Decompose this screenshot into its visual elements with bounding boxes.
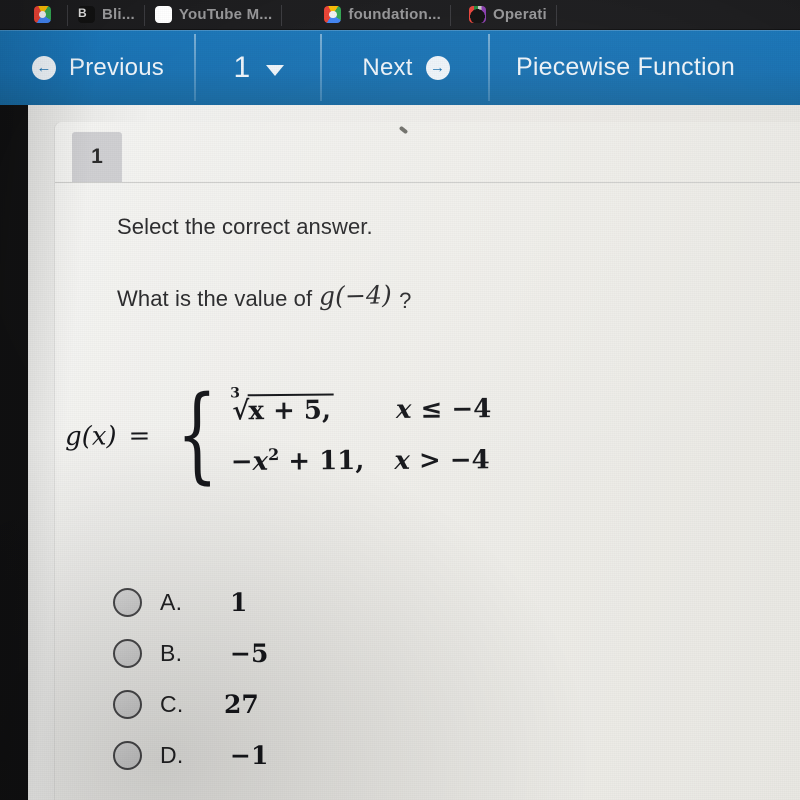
question-body: Select the correct answer. What is the v…	[117, 214, 790, 313]
page-selector[interactable]: 1	[196, 30, 322, 105]
operations-icon	[468, 6, 486, 23]
case-expression: 3 √x + 5,	[230, 385, 335, 427]
cube-root-icon: 3 √x + 5,	[230, 385, 335, 427]
question-prompt-suffix: ?	[399, 288, 412, 313]
root-index: 3	[230, 385, 241, 402]
photographed-screen: B Bli... YouTube M... foundation... Oper…	[0, 0, 800, 800]
chrome-icon	[34, 6, 51, 23]
option-value: 1	[230, 588, 248, 617]
option-letter: C.	[160, 691, 184, 717]
piecewise-function-formula: g(x) = { 3 √x + 5, x ≤ −4 −x2 + 11, x > …	[64, 372, 492, 495]
browser-tab-title: Operati	[492, 6, 547, 23]
formula-case: 3 √x + 5, x ≤ −4	[230, 385, 492, 427]
option-letter: D.	[160, 742, 184, 768]
question-prompt-text: What is the value of	[117, 286, 313, 311]
radio-button[interactable]	[113, 741, 142, 770]
question-number-tab[interactable]: 1	[72, 132, 122, 182]
case-condition: x > −4	[394, 444, 490, 476]
browser-tab[interactable]: Operati	[451, 0, 557, 29]
option-value: −1	[230, 741, 269, 770]
browser-tab-title: foundation...	[348, 6, 441, 23]
question-instruction: Select the correct answer.	[117, 214, 373, 239]
circle-arrow-right-icon: →	[425, 55, 450, 80]
formula-case: −x2 + 11, x > −4	[231, 443, 492, 477]
function-name: g(x)	[64, 421, 117, 453]
radio-button[interactable]	[113, 639, 142, 668]
question-prompt: What is the value of g(−4) ?	[117, 280, 790, 313]
assignment-nav-bar: ← Previous 1 Next → Piecewise Function	[0, 30, 800, 105]
browser-tab[interactable]: YouTube M...	[145, 0, 283, 29]
previous-button[interactable]: ← Previous	[0, 30, 196, 105]
circle-arrow-left-icon: ←	[32, 55, 56, 80]
option-value: 27	[224, 690, 259, 719]
chrome-icon	[324, 6, 342, 23]
browser-tab-title: Bli...	[102, 6, 135, 23]
left-brace-icon: {	[176, 372, 219, 495]
radicand: x + 5,	[247, 393, 335, 427]
page-background: 1 Select the correct answer. What is the…	[28, 105, 800, 800]
browser-tab-strip: B Bli... YouTube M... foundation... Oper…	[0, 0, 800, 29]
browser-tab[interactable]	[0, 0, 68, 29]
answer-option-b[interactable]: B. −5	[113, 639, 268, 668]
radio-button[interactable]	[113, 588, 142, 617]
option-letter: B.	[160, 640, 183, 666]
page-number: 1	[233, 50, 251, 84]
browser-tab[interactable]: foundation...	[282, 0, 451, 29]
next-button[interactable]: Next →	[322, 30, 490, 105]
answer-option-d[interactable]: D. −1	[113, 741, 268, 770]
answer-option-c[interactable]: C. 27	[113, 690, 268, 719]
answer-option-a[interactable]: A. 1	[113, 588, 268, 617]
next-button-label: Next	[362, 53, 413, 81]
radio-button[interactable]	[113, 690, 142, 719]
b-letter-icon: B	[78, 6, 95, 23]
youtube-music-icon	[154, 6, 172, 23]
chevron-down-icon	[266, 65, 285, 76]
assignment-title: Piecewise Function	[516, 53, 735, 81]
option-letter: A.	[160, 589, 183, 615]
equals-sign: =	[128, 421, 151, 452]
question-card: 1 Select the correct answer. What is the…	[55, 122, 800, 800]
case-expression: −x2 + 11,	[230, 444, 365, 478]
card-divider	[55, 182, 800, 183]
formula-cases: 3 √x + 5, x ≤ −4 −x2 + 11, x > −4	[230, 385, 492, 477]
question-prompt-math: g(−4)	[318, 280, 393, 311]
browser-tab-title: YouTube M...	[178, 6, 273, 23]
answer-options: A. 1 B. −5 C. 27 D. −1	[113, 588, 268, 770]
previous-button-label: Previous	[69, 53, 164, 81]
case-condition: x ≤ −4	[395, 394, 492, 425]
content-page: 1 Select the correct answer. What is the…	[28, 105, 800, 800]
option-value: −5	[230, 639, 269, 668]
browser-tab[interactable]: B Bli...	[68, 0, 145, 29]
